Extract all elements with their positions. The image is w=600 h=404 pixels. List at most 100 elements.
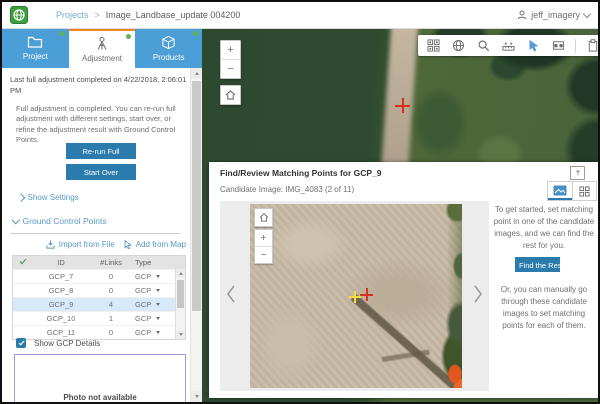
select-pointer-icon-active[interactable] xyxy=(525,38,541,54)
find-the-rest-button[interactable]: Find the Rest xyxy=(515,257,560,272)
photo-home-button[interactable] xyxy=(254,208,273,227)
column-header-id[interactable]: ID xyxy=(33,258,89,267)
find-review-matching-points-panel: Find/Review Matching Points for GCP_9 Ca… xyxy=(209,162,598,398)
breadcrumb-projects-link[interactable]: Projects xyxy=(56,10,89,20)
view-mode-toggle xyxy=(547,181,597,201)
panel-tabs: Project Adjustment Produc xyxy=(2,28,202,68)
rerun-full-button[interactable]: Re-run Full xyxy=(66,143,136,159)
dropdown-arrow-icon xyxy=(156,331,160,334)
home-extent-button[interactable] xyxy=(220,85,241,105)
breadcrumb-separator: > xyxy=(95,10,100,20)
tab-project[interactable]: Project xyxy=(2,28,69,68)
table-scrollbar[interactable] xyxy=(175,269,185,339)
photo-not-available-label: Photo not available xyxy=(15,393,185,402)
scrollbar-thumb[interactable] xyxy=(192,81,201,311)
cell-links: 0 xyxy=(89,272,133,281)
photo-zoom-control: + − xyxy=(254,229,273,264)
chevron-down-icon xyxy=(12,216,20,224)
candidate-image-viewer: + − xyxy=(220,201,489,391)
top-bar: Projects > Image_Landbase_update 004200 … xyxy=(2,2,598,29)
single-image-view-toggle-active[interactable] xyxy=(548,182,572,200)
show-gcp-details-toggle[interactable]: Show GCP Details xyxy=(16,338,100,348)
import-icon xyxy=(46,240,55,249)
browse-thumbnails-icon[interactable] xyxy=(425,38,441,54)
cell-type-dropdown[interactable]: GCP xyxy=(133,300,169,309)
tab-project-label: Project xyxy=(23,52,48,61)
adjustment-side-panel: Project Adjustment Produc xyxy=(2,28,202,402)
cell-links: 1 xyxy=(89,314,133,323)
map-pointer-icon xyxy=(124,240,132,249)
user-icon xyxy=(517,10,527,20)
basemap-globe-icon[interactable] xyxy=(450,38,466,54)
image-extent-icon[interactable] xyxy=(550,38,566,54)
zoom-in-button[interactable]: + xyxy=(221,41,240,59)
table-row-gcp8[interactable]: GCP_8 0 GCP xyxy=(13,283,185,297)
instruction-primary-text: To get started, set matching point in on… xyxy=(492,204,596,252)
table-row-gcp10[interactable]: GCP_10 1 GCP xyxy=(13,311,185,325)
toolbar-divider xyxy=(575,39,576,53)
clipboard-icon[interactable] xyxy=(585,38,598,54)
status-dot-green xyxy=(60,31,65,36)
status-dot-green xyxy=(193,31,198,36)
gcp-action-links: Import from File Add from Map xyxy=(2,240,186,249)
candidate-image-label: Candidate Image: IMG_4083 (2 of 11) xyxy=(220,185,354,194)
panel-scrollbar[interactable] xyxy=(190,68,202,402)
gcp-section-title: Ground Control Points xyxy=(23,216,107,226)
scrollbar-thumb[interactable] xyxy=(177,280,184,308)
cell-type-dropdown[interactable]: GCP xyxy=(133,272,169,281)
cell-links: 4 xyxy=(89,300,133,309)
gcp-location-red-cross[interactable] xyxy=(360,288,373,301)
cell-id: GCP_10 xyxy=(33,314,89,323)
previous-image-button[interactable] xyxy=(223,281,239,307)
cell-id: GCP_7 xyxy=(33,272,89,281)
next-image-button[interactable] xyxy=(470,281,486,307)
tab-adjustment[interactable]: Adjustment xyxy=(69,28,136,68)
search-icon[interactable] xyxy=(475,38,491,54)
gcp-table: ID #Links Type GCP_7 0 GCP GCP_8 0 GCP G… xyxy=(12,255,186,340)
scroll-down-arrow[interactable] xyxy=(176,330,185,339)
gcp-section-header[interactable]: Ground Control Points xyxy=(13,216,107,226)
table-row-gcp9-selected[interactable]: GCP_9 4 GCP xyxy=(13,297,185,311)
map-view[interactable]: + − xyxy=(202,28,598,402)
home-icon xyxy=(225,90,236,100)
checkbox-checked[interactable] xyxy=(16,338,26,348)
instruction-secondary-text: Or, you can manually go through these ca… xyxy=(492,284,596,332)
photo-zoom-out-button[interactable]: − xyxy=(255,246,272,263)
gcp-photo-placeholder: Photo not available xyxy=(14,354,186,404)
table-row-gcp11[interactable]: GCP_11 0 GCP xyxy=(13,325,185,339)
scroll-down-arrow[interactable] xyxy=(191,391,202,402)
chevron-down-icon xyxy=(583,10,591,18)
dropdown-arrow-icon xyxy=(156,275,160,278)
start-over-button[interactable]: Start Over xyxy=(66,164,136,180)
tab-products-label: Products xyxy=(153,53,185,62)
section-divider xyxy=(10,233,180,234)
cell-links: 0 xyxy=(89,328,133,337)
cell-type-dropdown[interactable]: GCP xyxy=(133,314,169,323)
photo-zoom-in-button[interactable]: + xyxy=(255,230,272,246)
show-settings-link[interactable]: Show Settings xyxy=(18,193,79,202)
candidate-photo[interactable]: + − xyxy=(250,204,462,388)
breadcrumb-project-title: Image_Landbase_update 004200 xyxy=(106,10,241,20)
column-header-type[interactable]: Type xyxy=(133,258,169,267)
import-from-file-link[interactable]: Import from File xyxy=(46,240,115,249)
undock-panel-button[interactable] xyxy=(570,166,585,180)
cell-type-dropdown[interactable]: GCP xyxy=(133,328,169,337)
scroll-up-arrow[interactable] xyxy=(176,269,185,278)
cell-id: GCP_8 xyxy=(33,286,89,295)
gcp-marker-red-cross[interactable] xyxy=(395,98,410,113)
cell-type-dropdown[interactable]: GCP xyxy=(133,286,169,295)
grid-view-toggle[interactable] xyxy=(572,182,597,200)
measure-icon[interactable] xyxy=(500,38,516,54)
import-from-file-label: Import from File xyxy=(59,240,115,249)
add-from-map-link[interactable]: Add from Map xyxy=(124,240,186,249)
scroll-up-arrow[interactable] xyxy=(191,68,202,79)
adjustment-status-text: Last full adjustment completed on 4/22/2… xyxy=(10,75,187,96)
user-menu[interactable]: jeff_imagery xyxy=(517,2,590,28)
dropdown-arrow-icon xyxy=(156,289,160,292)
column-header-links[interactable]: #Links xyxy=(89,258,133,267)
tab-products[interactable]: Products xyxy=(135,28,202,68)
cube-icon xyxy=(161,35,176,50)
table-row-gcp7[interactable]: GCP_7 0 GCP xyxy=(13,269,185,283)
zoom-out-button[interactable]: − xyxy=(221,59,240,78)
theodolite-icon xyxy=(94,36,110,51)
